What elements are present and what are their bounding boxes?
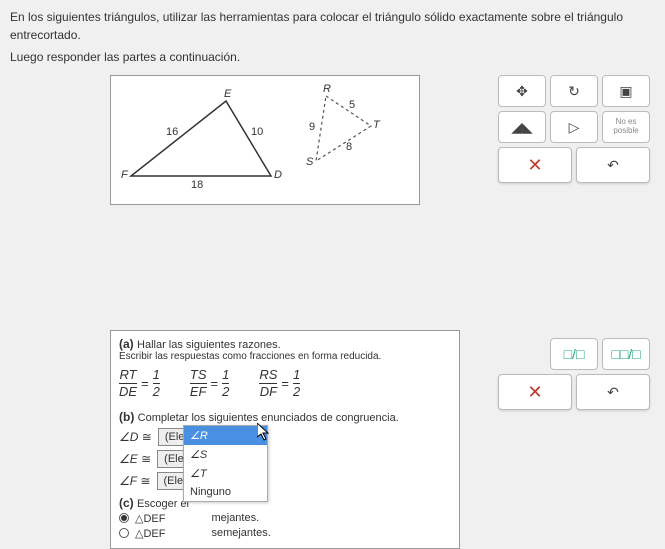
vertex-R: R [323, 83, 331, 95]
triangle-main[interactable]: E F D 16 10 18 [131, 96, 281, 184]
reset-button-2[interactable]: ↶ [576, 374, 650, 410]
answer-toolbar: □/□ □□/□ ✕ ↶ [490, 338, 650, 414]
dropdown-option-S[interactable]: ∠S [184, 445, 267, 464]
side-5: 5 [349, 99, 355, 111]
part-b-title: Completar los siguientes enunciados de c… [138, 412, 399, 424]
vertex-T: T [373, 119, 380, 131]
move-tool[interactable]: ✥ [498, 75, 546, 107]
instruction-line-1: En los siguientes triángulos, utilizar l… [10, 8, 655, 44]
dropdown-option-R[interactable]: ∠R [184, 426, 267, 445]
angle-D: ∠D ≅ [119, 430, 152, 444]
vertex-D: D [274, 169, 282, 181]
part-a-title: Hallar las siguientes razones. [137, 339, 281, 351]
radio-opt-2[interactable] [119, 528, 129, 538]
not-possible-tool[interactable]: No es posible [602, 111, 650, 143]
part-c-label: (c) [119, 496, 134, 510]
ratio-1: RTDE = 12 [119, 368, 160, 400]
figure-box[interactable]: E F D 16 10 18 R T S 5 8 9 [110, 75, 420, 205]
close-button[interactable]: ✕ [498, 147, 572, 183]
ratio-3: RSDF = 12 [259, 368, 300, 400]
box-tool[interactable]: ▣ [602, 75, 650, 107]
figure-toolbar: ✥ ↻ ▣ ◢◣ ▷ No es posible ✕ ↶ [490, 75, 650, 187]
radio-opt-2-pre: △DEF [135, 527, 165, 540]
instruction-line-2: Luego responder las partes a continuació… [10, 48, 655, 66]
dropdown-option-T[interactable]: ∠T [184, 464, 267, 483]
vertex-F: F [121, 169, 128, 181]
part-a-sub: Escribir las respuestas como fracciones … [119, 351, 451, 362]
mixed-fraction-tool[interactable]: □□/□ [602, 338, 650, 370]
triangle-dashed[interactable]: R T S 5 8 9 [311, 91, 391, 174]
angle-F: ∠F ≅ [119, 474, 151, 488]
questions-box: (a) Hallar las siguientes razones. Escri… [110, 330, 460, 549]
part-c-title: Escoger el [137, 498, 189, 510]
angle-E: ∠E ≅ [119, 452, 151, 466]
side-9: 9 [309, 121, 315, 133]
reset-button[interactable]: ↶ [576, 147, 650, 183]
vertex-E: E [224, 88, 231, 100]
side-16: 16 [166, 126, 178, 138]
dropdown-option-none[interactable]: Ninguno [184, 483, 267, 501]
part-b-label: (b) [119, 410, 134, 424]
side-8: 8 [346, 141, 352, 153]
radio-opt-2-suf: semejantes. [211, 527, 270, 539]
rotate-tool[interactable]: ↻ [550, 75, 598, 107]
close-button-2[interactable]: ✕ [498, 374, 572, 410]
fraction-tool[interactable]: □/□ [550, 338, 598, 370]
vertex-S: S [306, 156, 313, 168]
side-18: 18 [191, 179, 203, 191]
part-a-label: (a) [119, 337, 134, 351]
radio-opt-1[interactable] [119, 513, 129, 523]
flip-h-tool[interactable]: ◢◣ [498, 111, 546, 143]
side-10: 10 [251, 126, 263, 138]
dropdown-menu-open: ∠R ∠S ∠T Ninguno [183, 425, 268, 502]
flip-v-tool[interactable]: ▷ [550, 111, 598, 143]
ratio-2: TSEF = 12 [190, 368, 229, 400]
